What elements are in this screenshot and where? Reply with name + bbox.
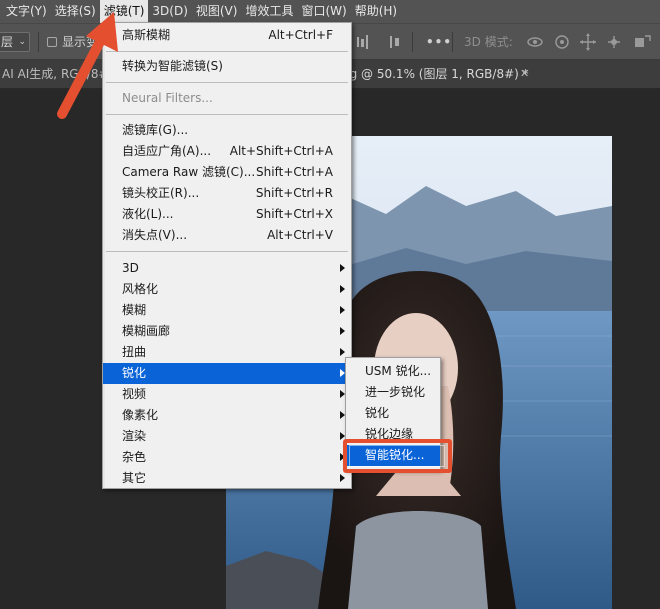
filter-dropdown-menu: 高斯模糊 Alt+Ctrl+F 转换为智能滤镜(S) Neural Filter…	[102, 22, 352, 489]
menu-filter[interactable]: 滤镜(T)	[99, 0, 149, 23]
menu-item-distort[interactable]: 扭曲	[103, 342, 351, 363]
menu-item-other[interactable]: 其它	[103, 468, 351, 489]
menu-item-label: 消失点(V)...	[122, 228, 188, 242]
menu-item-label: 像素化	[122, 408, 159, 422]
more-options-button[interactable]: •••	[426, 24, 452, 60]
menu-item-stylize[interactable]: 风格化	[103, 279, 351, 300]
menu-bar: 文字(Y) 选择(S) 滤镜(T) 3D(D) 视图(V) 增效工具 窗口(W)…	[0, 0, 660, 23]
toolbar-divider	[452, 32, 453, 52]
menu-item-camera-raw[interactable]: Camera Raw 滤镜(C)... Shift+Ctrl+A	[103, 162, 351, 183]
menu-item-shortcut: Alt+Shift+Ctrl+A	[229, 144, 333, 158]
menu-separator	[106, 114, 348, 115]
submenu-arrow-icon	[340, 306, 345, 314]
layer-select-dropdown[interactable]: 层 ⌄	[0, 32, 30, 52]
menu-separator	[106, 51, 348, 52]
menu-item-blur-gallery[interactable]: 模糊画廊	[103, 321, 351, 342]
menu-select[interactable]: 选择(S)	[51, 0, 100, 23]
menu-item-video[interactable]: 视频	[103, 384, 351, 405]
submenu-arrow-icon	[340, 348, 345, 356]
menu-item-label: 模糊	[122, 303, 147, 317]
menu-item-shortcut: Alt+Ctrl+F	[268, 28, 333, 42]
menu-item-label: 风格化	[122, 282, 159, 296]
menu-item-pixelate[interactable]: 像素化	[103, 405, 351, 426]
show-transform-label: 显示变	[62, 35, 99, 49]
submenu-arrow-icon	[340, 285, 345, 293]
menu-item-label: Camera Raw 滤镜(C)...	[122, 165, 256, 179]
align-icon[interactable]	[355, 24, 369, 60]
layer-select-value: 层	[1, 35, 14, 49]
tab-document-2[interactable]: ng @ 50.1% (图层 1, RGB/8#) *	[336, 60, 535, 88]
menu-item-label: 滤镜库(G)...	[122, 123, 189, 137]
tab-document-2-label: ng @ 50.1% (图层 1, RGB/8#) *	[342, 67, 529, 81]
menu-item-noise[interactable]: 杂色	[103, 447, 351, 468]
chevron-down-icon: ⌄	[18, 37, 26, 47]
menu-item-lens-correction[interactable]: 镜头校正(R)... Shift+Ctrl+R	[103, 183, 351, 204]
menu-view[interactable]: 视图(V)	[192, 0, 242, 23]
distribute-icon[interactable]	[388, 24, 402, 60]
menu-item-label: USM 锐化...	[365, 364, 432, 378]
menu-item-vanishing-point[interactable]: 消失点(V)... Alt+Ctrl+V	[103, 225, 351, 246]
menu-window[interactable]: 窗口(W)	[297, 0, 350, 23]
menu-item-label: 镜头校正(R)...	[122, 186, 200, 200]
menu-item-label: 3D	[122, 261, 139, 275]
scale-3d-icon[interactable]	[632, 24, 652, 60]
slide-3d-icon[interactable]	[606, 24, 622, 60]
menu-item-shortcut: Shift+Ctrl+X	[256, 207, 333, 221]
show-transform-checkbox[interactable]	[47, 37, 57, 47]
menu-item-label: 高斯模糊	[122, 28, 171, 42]
menu-item-3d[interactable]: 3D	[103, 258, 351, 279]
orbit-3d-icon[interactable]	[527, 24, 543, 60]
menu-item-label: 杂色	[122, 450, 147, 464]
menu-item-label: 液化(L)...	[122, 207, 174, 221]
menu-item-filter-gallery[interactable]: 滤镜库(G)...	[103, 120, 351, 141]
menu-item-liquify[interactable]: 液化(L)... Shift+Ctrl+X	[103, 204, 351, 225]
submenu-arrow-icon	[340, 264, 345, 272]
menu-item-label: 锐化	[365, 406, 390, 420]
menu-item-shortcut: Shift+Ctrl+R	[255, 186, 333, 200]
submenu-arrow-icon	[340, 327, 345, 335]
menu-separator	[106, 82, 348, 83]
menu-3d[interactable]: 3D(D)	[148, 0, 191, 23]
menu-item-neural-filters: Neural Filters...	[103, 88, 351, 109]
menu-item-label: 转换为智能滤镜(S)	[122, 59, 223, 73]
close-icon[interactable]: ✕	[520, 60, 529, 88]
submenu-arrow-icon	[340, 474, 345, 482]
menu-item-render[interactable]: 渲染	[103, 426, 351, 447]
menu-text[interactable]: 文字(Y)	[0, 0, 51, 23]
menu-item-label: Neural Filters...	[122, 91, 213, 105]
menu-item-label: 模糊画廊	[122, 324, 171, 338]
submenu-item-sharpen-more[interactable]: 进一步锐化	[346, 382, 440, 403]
menu-item-convert-smart-filter[interactable]: 转换为智能滤镜(S)	[103, 56, 351, 77]
menu-item-label: 渲染	[122, 429, 147, 443]
tab-document-1-label: AI AI生成, RGB/8#)	[2, 67, 114, 81]
menu-item-label: 进一步锐化	[365, 385, 426, 399]
menu-item-blur[interactable]: 模糊	[103, 300, 351, 321]
roll-3d-icon[interactable]	[554, 24, 570, 60]
menu-item-last-filter[interactable]: 高斯模糊 Alt+Ctrl+F	[103, 25, 351, 46]
submenu-item-unsharp-mask[interactable]: USM 锐化...	[346, 361, 440, 382]
menu-help[interactable]: 帮助(H)	[351, 0, 401, 23]
menu-item-adaptive-wide-angle[interactable]: 自适应广角(A)... Alt+Shift+Ctrl+A	[103, 141, 351, 162]
annotation-inner-outline	[349, 445, 445, 467]
menu-separator	[106, 251, 348, 252]
menu-item-label: 视频	[122, 387, 147, 401]
menu-item-label: 自适应广角(A)...	[122, 144, 212, 158]
mode-3d-label: 3D 模式:	[464, 35, 513, 49]
menu-item-shortcut: Alt+Ctrl+V	[267, 228, 333, 242]
menu-item-label: 扭曲	[122, 345, 147, 359]
menu-item-shortcut: Shift+Ctrl+A	[256, 165, 333, 179]
menu-item-label: 其它	[122, 471, 147, 485]
toolbar-divider	[38, 32, 39, 52]
submenu-item-sharpen[interactable]: 锐化	[346, 403, 440, 424]
menu-item-label: 锐化	[122, 366, 147, 380]
menu-item-sharpen[interactable]: 锐化	[103, 363, 351, 384]
menu-plugins[interactable]: 增效工具	[241, 0, 297, 23]
pan-3d-icon[interactable]	[580, 24, 596, 60]
toolbar-divider	[412, 32, 413, 52]
